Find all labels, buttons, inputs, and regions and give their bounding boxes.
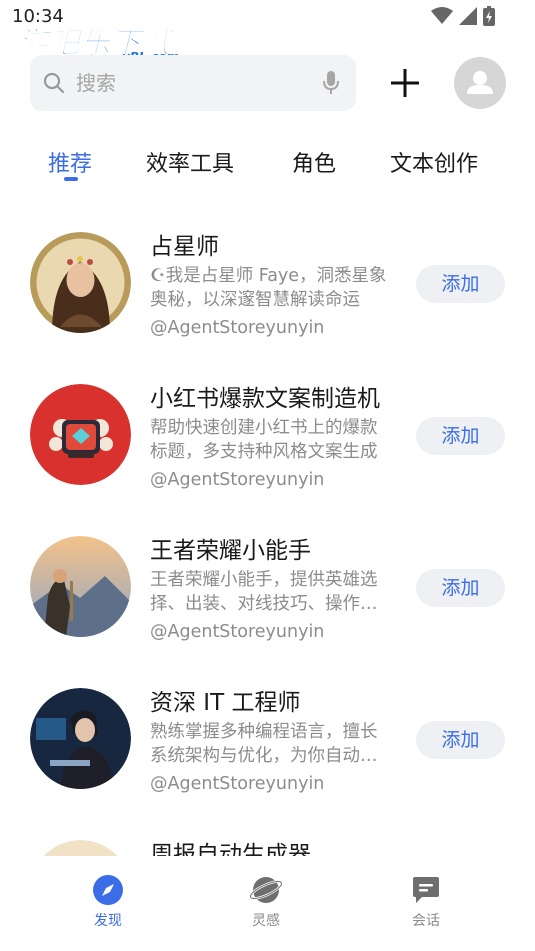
list-item[interactable]: 小红书爆款文案制造机 帮助快速创建小红书上的爆款标题，多支持种风格文案生成 @A… <box>0 366 535 518</box>
red-camera-avatar <box>30 384 131 485</box>
add-agent-button[interactable]: 添加 <box>416 721 505 759</box>
red-camera-logo-icon <box>30 384 131 485</box>
nav-discover[interactable]: 发现 <box>68 874 148 930</box>
bottom-nav: 发现 灵感 会话 <box>0 856 535 951</box>
agent-name: 周报自动生成器 <box>150 842 311 856</box>
engineer-avatar <box>30 688 131 789</box>
status-icons <box>431 6 495 26</box>
signal-icon <box>459 7 477 25</box>
agent-description: ☪我是占星师 Faye，洞悉星象奥秘，以深邃智慧解读命运 <box>150 266 387 310</box>
agent-description: 帮助快速创建小红书上的爆款标题，多支持种风格文案生成 <box>150 418 378 462</box>
agent-description: 熟练掌握多种编程语言，擅长系统架构与优化，为你自动解答 <box>150 722 378 766</box>
list-item[interactable]: 周报自动生成器 <box>0 822 535 856</box>
active-tab-indicator <box>64 177 78 181</box>
planet-icon <box>250 877 282 903</box>
add-agent-button[interactable]: 添加 <box>416 569 505 607</box>
add-agent-button[interactable]: 添加 <box>416 417 505 455</box>
search-row <box>30 55 510 111</box>
agent-name: 小红书爆款文案制造机 <box>150 386 380 412</box>
nav-label: 会话 <box>412 913 440 929</box>
list-item[interactable]: 资深 IT 工程师 熟练掌握多种编程语言，擅长系统架构与优化，为你自动解答 @A… <box>0 670 535 822</box>
nav-conversations[interactable]: 会话 <box>386 874 466 930</box>
warrior-landscape-icon <box>30 536 131 637</box>
tab-text-creation[interactable]: 文本创作 <box>390 146 478 178</box>
list-item[interactable]: 占星师 ☪我是占星师 Faye，洞悉星象奥秘，以深邃智慧解读命运 @AgentS… <box>0 214 535 366</box>
nav-label: 灵感 <box>252 913 280 929</box>
warrior-avatar <box>30 536 131 637</box>
astrologer-portrait-icon <box>30 232 131 333</box>
tab-productivity[interactable]: 效率工具 <box>146 146 234 178</box>
agent-list: 占星师 ☪我是占星师 Faye，洞悉星象奥秘，以深邃智慧解读命运 @AgentS… <box>0 214 535 856</box>
list-item[interactable]: 王者荣耀小能手 王者荣耀小能手，提供英雄选择、出装、对线技巧、操作指导 @Age… <box>0 518 535 670</box>
agent-name: 占星师 <box>150 234 219 260</box>
tab-characters[interactable]: 角色 <box>292 146 336 178</box>
category-tabs: 推荐 效率工具 角色 文本创作 <box>0 146 535 186</box>
user-avatar[interactable] <box>454 57 506 109</box>
chat-icon <box>413 877 439 903</box>
agent-name: 资深 IT 工程师 <box>150 690 301 716</box>
compass-icon <box>93 875 123 905</box>
agent-author: @AgentStoreyunyin <box>150 774 325 794</box>
microphone-icon[interactable] <box>322 70 340 96</box>
agent-author: @AgentStoreyunyin <box>150 622 325 642</box>
nav-inspiration[interactable]: 灵感 <box>226 874 306 930</box>
agent-description: 王者荣耀小能手，提供英雄选择、出装、对线技巧、操作指导 <box>150 570 378 614</box>
search-box[interactable] <box>30 55 356 111</box>
search-input[interactable] <box>76 67 306 99</box>
agent-author: @AgentStoreyunyin <box>150 318 325 338</box>
add-button[interactable] <box>385 63 425 103</box>
add-agent-button[interactable]: 添加 <box>416 265 505 303</box>
astrologer-avatar <box>30 232 131 333</box>
battery-icon <box>483 6 495 26</box>
nav-label: 发现 <box>94 913 122 929</box>
search-icon <box>43 72 65 94</box>
engineer-at-laptop-icon <box>30 688 131 789</box>
report-generator-avatar <box>30 840 131 856</box>
agent-author: @AgentStoreyunyin <box>150 470 325 490</box>
wifi-icon <box>431 7 453 24</box>
agent-name: 王者荣耀小能手 <box>150 538 311 564</box>
user-icon <box>467 71 493 94</box>
tab-recommended[interactable]: 推荐 <box>48 146 92 178</box>
report-generator-icon <box>43 840 118 856</box>
